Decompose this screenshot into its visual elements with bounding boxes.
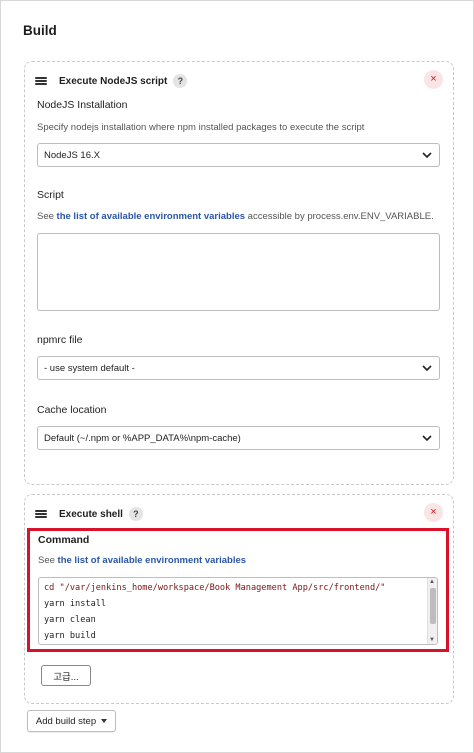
help-icon[interactable]: ?: [173, 74, 188, 88]
npmrc-select[interactable]: - use system default -: [37, 356, 440, 380]
command-line: cd "/var/jenkins_home/workspace/Book Man…: [44, 583, 386, 593]
nodejs-installation-select[interactable]: NodeJS 16.X: [37, 143, 440, 167]
close-icon[interactable]: ×: [424, 503, 443, 522]
command-highlight-box: Command See the list of available enviro…: [27, 528, 449, 652]
advanced-button[interactable]: 고급...: [41, 665, 91, 686]
add-build-step-label: Add build step: [35, 715, 97, 727]
command-textarea[interactable]: cd "/var/jenkins_home/workspace/Book Man…: [38, 577, 438, 645]
close-icon[interactable]: ×: [424, 70, 443, 89]
npmrc-value: - use system default -: [44, 362, 135, 374]
nodejs-installation-label: NodeJS Installation: [37, 99, 128, 111]
step-header: Execute NodeJS script ?: [35, 72, 188, 90]
nodejs-installation-value: NodeJS 16.X: [44, 149, 100, 161]
script-description: See the list of available environment va…: [37, 211, 434, 222]
script-label: Script: [37, 189, 64, 201]
add-build-step-button[interactable]: Add build step: [27, 710, 116, 732]
step-header: Execute shell ?: [35, 505, 143, 523]
caret-down-icon: [101, 719, 108, 723]
command-scrollbar[interactable]: ▲ ▼: [427, 578, 437, 644]
script-desc-prefix: See: [37, 211, 57, 222]
drag-handle-icon[interactable]: [35, 77, 47, 85]
cache-location-value: Default (~/.npm or %APP_DATA%\npm-cache): [44, 432, 241, 444]
drag-handle-icon[interactable]: [35, 510, 47, 518]
env-variables-link[interactable]: the list of available environment variab…: [57, 211, 245, 222]
scroll-up-icon[interactable]: ▲: [429, 579, 435, 585]
command-line: yarn clean: [44, 615, 96, 625]
scroll-thumb[interactable]: [430, 588, 436, 624]
chevron-down-icon: [422, 435, 432, 442]
section-title: Build: [23, 23, 57, 38]
scroll-down-icon[interactable]: ▼: [429, 637, 435, 643]
help-icon[interactable]: ?: [128, 507, 143, 521]
npmrc-label: npmrc file: [37, 334, 83, 346]
command-label: Command: [38, 534, 90, 546]
command-description: See the list of available environment va…: [38, 555, 246, 566]
build-config-panel: Build Execute NodeJS script ? × NodeJS I…: [0, 0, 474, 753]
chevron-down-icon: [422, 365, 432, 372]
command-desc-prefix: See: [38, 555, 58, 566]
command-line: yarn build: [44, 631, 96, 641]
script-desc-suffix: accessible by process.env.ENV_VARIABLE.: [245, 211, 434, 222]
env-variables-link[interactable]: the list of available environment variab…: [58, 555, 246, 566]
build-step-nodejs: Execute NodeJS script ? × NodeJS Install…: [24, 61, 454, 485]
step-title: Execute NodeJS script: [59, 75, 168, 87]
step-title: Execute shell: [59, 508, 123, 520]
chevron-down-icon: [422, 152, 432, 159]
nodejs-installation-description: Specify nodejs installation where npm in…: [37, 122, 365, 133]
cache-location-label: Cache location: [37, 404, 107, 416]
cache-location-select[interactable]: Default (~/.npm or %APP_DATA%\npm-cache): [37, 426, 440, 450]
command-line: yarn install: [44, 599, 107, 609]
script-textarea[interactable]: [37, 233, 440, 311]
